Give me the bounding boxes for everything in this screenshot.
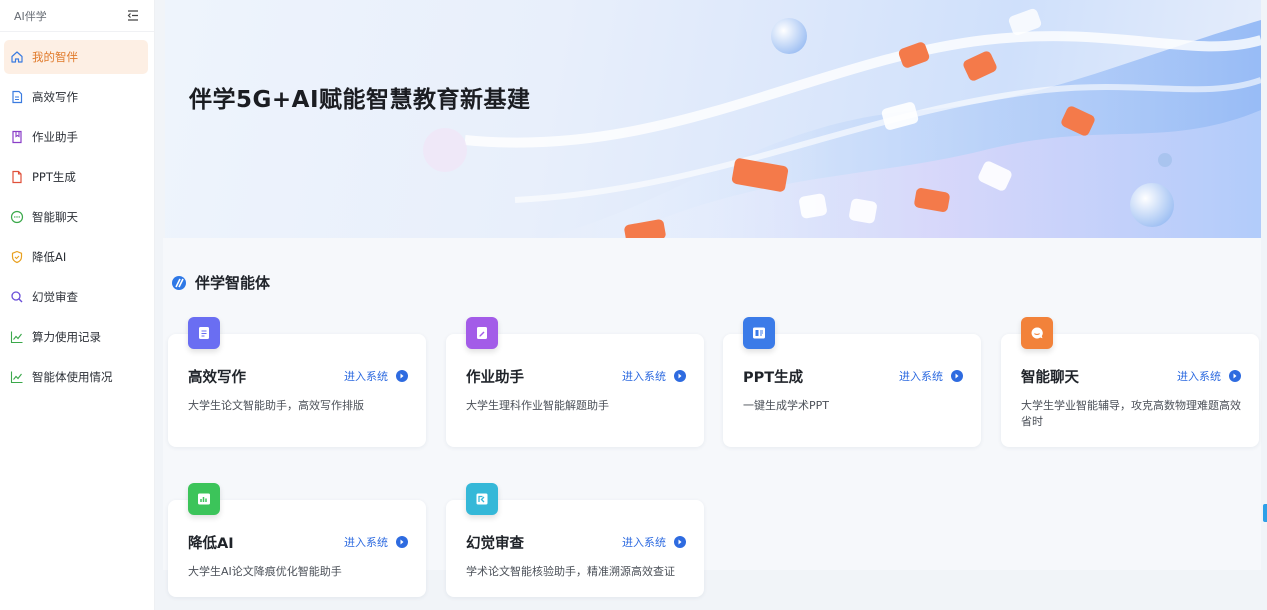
enter-system-link[interactable]: 进入系统 — [344, 534, 408, 550]
arrow-right-icon — [951, 370, 963, 382]
enter-system-label: 进入系统 — [344, 370, 388, 383]
card-description: 大学生学业智能辅导，攻克高数物理难题高效省时 — [1021, 399, 1241, 428]
sidebar-item-label: 降低AI — [32, 250, 67, 264]
sidebar-item-label: 高效写作 — [32, 90, 78, 104]
enter-system-link[interactable]: 进入系统 — [344, 368, 408, 384]
document-icon — [10, 90, 24, 104]
banner-decoration — [423, 8, 1261, 238]
document-icon — [188, 317, 220, 349]
banner-title: 伴学5G+AI赋能智慧教育新基建 — [189, 87, 531, 113]
chat-icon — [10, 210, 24, 224]
agent-card-hallucination-review: 幻觉审查 进入系统 学术论文智能核验助手，精准溯源高效查证 — [446, 483, 704, 597]
card-title: 幻觉审查 — [466, 536, 524, 552]
sidebar-item-label: 算力使用记录 — [32, 330, 101, 344]
sidebar: AI伴学 我的智伴 高效写作 作业助手 PPT生成 智能聊天 降低AI 幻觉审查… — [0, 0, 155, 610]
card-title: 降低AI — [188, 536, 234, 552]
card-title: PPT生成 — [743, 370, 804, 386]
collapse-menu-icon[interactable] — [126, 9, 140, 23]
agent-card-reduce-ai: 降低AI 进入系统 大学生AI论文降痕优化智能助手 — [168, 483, 426, 597]
review-icon — [466, 483, 498, 515]
sidebar-item-my-companion[interactable]: 我的智伴 — [4, 40, 148, 74]
enter-system-link[interactable]: 进入系统 — [899, 368, 963, 384]
sidebar-item-writing[interactable]: 高效写作 — [4, 80, 148, 114]
sidebar-item-agent-usage[interactable]: 智能体使用情况 — [4, 360, 148, 394]
card-description: 大学生理科作业智能解题助手 — [466, 399, 609, 412]
sidebar-item-label: 智能体使用情况 — [32, 370, 113, 384]
edit-icon — [466, 317, 498, 349]
presentation-icon — [743, 317, 775, 349]
sidebar-item-label: 幻觉审查 — [32, 290, 78, 304]
sidebar-item-label: 我的智伴 — [32, 50, 78, 64]
sidebar-item-homework[interactable]: 作业助手 — [4, 120, 148, 154]
arrow-right-icon — [396, 370, 408, 382]
sidebar-item-label: 作业助手 — [32, 130, 78, 144]
enter-system-label: 进入系统 — [1177, 370, 1221, 383]
card-description: 学术论文智能核验助手，精准溯源高效查证 — [466, 565, 675, 578]
arrow-right-icon — [1229, 370, 1241, 382]
sidebar-item-label: 智能聊天 — [32, 210, 78, 224]
main-content: 伴学5G+AI赋能智慧教育新基建 伴学智能体 高效写作 进入系统 大学生论文智能… — [163, 0, 1267, 610]
brand-logo-icon — [172, 275, 186, 290]
floating-side-tab[interactable] — [1263, 504, 1267, 522]
sidebar-item-reduce-ai[interactable]: 降低AI — [4, 240, 148, 274]
chart-bar-icon — [188, 483, 220, 515]
app-title: AI伴学 — [14, 9, 47, 23]
card-description: 大学生AI论文降痕优化智能助手 — [188, 565, 342, 578]
card-description: 大学生论文智能助手，高效写作排版 — [188, 399, 364, 412]
section-title: 伴学智能体 — [195, 274, 271, 292]
enter-system-link[interactable]: 进入系统 — [622, 534, 686, 550]
enter-system-label: 进入系统 — [899, 370, 943, 383]
chart-line-icon — [10, 370, 24, 384]
sidebar-item-ppt[interactable]: PPT生成 — [4, 160, 148, 194]
sidebar-header: AI伴学 — [0, 0, 154, 32]
chat-icon — [1021, 317, 1053, 349]
agent-card-ppt: PPT生成 进入系统 一键生成学术PPT — [723, 317, 981, 447]
agent-card-writing: 高效写作 进入系统 大学生论文智能助手，高效写作排版 — [168, 317, 426, 447]
hero-banner: 伴学5G+AI赋能智慧教育新基建 — [165, 0, 1261, 238]
sidebar-item-label: PPT生成 — [32, 170, 76, 184]
arrow-right-icon — [674, 536, 686, 548]
enter-system-label: 进入系统 — [622, 370, 666, 383]
arrow-right-icon — [674, 370, 686, 382]
enter-system-label: 进入系统 — [622, 536, 666, 549]
sidebar-item-chat[interactable]: 智能聊天 — [4, 200, 148, 234]
sidebar-nav: 我的智伴 高效写作 作业助手 PPT生成 智能聊天 降低AI 幻觉审查 算力使用… — [0, 32, 154, 394]
search-icon — [10, 290, 24, 304]
card-title: 智能聊天 — [1021, 370, 1079, 386]
home-icon — [10, 50, 24, 64]
enter-system-link[interactable]: 进入系统 — [1177, 368, 1241, 384]
card-title: 高效写作 — [188, 370, 246, 386]
bookmark-icon — [10, 130, 24, 144]
sidebar-item-compute-records[interactable]: 算力使用记录 — [4, 320, 148, 354]
shield-icon — [10, 250, 24, 264]
arrow-right-icon — [396, 536, 408, 548]
card-title: 作业助手 — [466, 370, 524, 386]
agent-card-homework: 作业助手 进入系统 大学生理科作业智能解题助手 — [446, 317, 704, 447]
sidebar-item-hallucination-review[interactable]: 幻觉审查 — [4, 280, 148, 314]
agent-card-chat: 智能聊天 进入系统 大学生学业智能辅导，攻克高数物理难题高效省时 — [1001, 317, 1259, 447]
enter-system-link[interactable]: 进入系统 — [622, 368, 686, 384]
card-description: 一键生成学术PPT — [743, 399, 829, 412]
section-header: 伴学智能体 — [171, 272, 270, 293]
chart-line-icon — [10, 330, 24, 344]
file-icon — [10, 170, 24, 184]
enter-system-label: 进入系统 — [344, 536, 388, 549]
